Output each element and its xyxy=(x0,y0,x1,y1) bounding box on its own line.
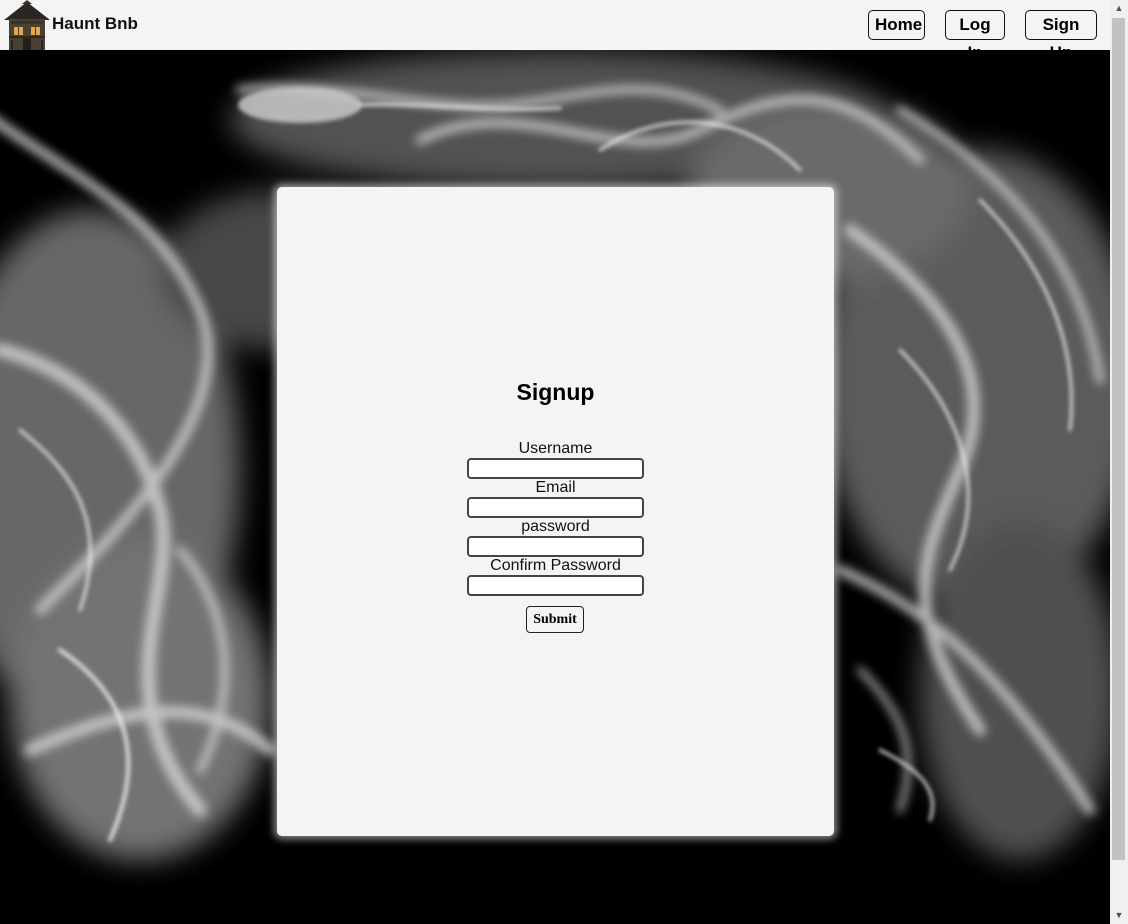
password-label: password xyxy=(521,518,590,535)
password-input[interactable] xyxy=(467,536,644,557)
signup-title: Signup xyxy=(516,379,595,405)
signup-card: Signup Username Email password Confirm P… xyxy=(277,187,834,836)
haunted-house-icon[interactable] xyxy=(2,0,52,50)
confirm-password-label: Confirm Password xyxy=(490,557,621,574)
confirm-password-input[interactable] xyxy=(467,575,644,596)
signup-button[interactable]: Sign Up xyxy=(1025,10,1097,62)
brand-name[interactable]: Haunt Bnb xyxy=(52,14,138,34)
scroll-down-arrow-icon[interactable]: ▼ xyxy=(1110,907,1128,924)
submit-button[interactable]: Submit xyxy=(526,606,584,633)
email-label: Email xyxy=(535,479,576,496)
login-button[interactable]: Log In xyxy=(945,10,1005,62)
username-label: Username xyxy=(518,440,593,457)
email-input[interactable] xyxy=(467,497,644,518)
top-navbar: Haunt Bnb Home Log In Sign Up xyxy=(0,0,1110,62)
page: Haunt Bnb Home Log In Sign Up Signup Use… xyxy=(0,0,1128,924)
scrollbar-thumb[interactable] xyxy=(1112,18,1125,860)
home-button[interactable]: Home xyxy=(868,10,925,40)
username-input[interactable] xyxy=(467,458,644,479)
scroll-up-arrow-icon[interactable]: ▲ xyxy=(1110,0,1128,17)
vertical-scrollbar[interactable]: ▲ ▼ xyxy=(1110,0,1128,924)
